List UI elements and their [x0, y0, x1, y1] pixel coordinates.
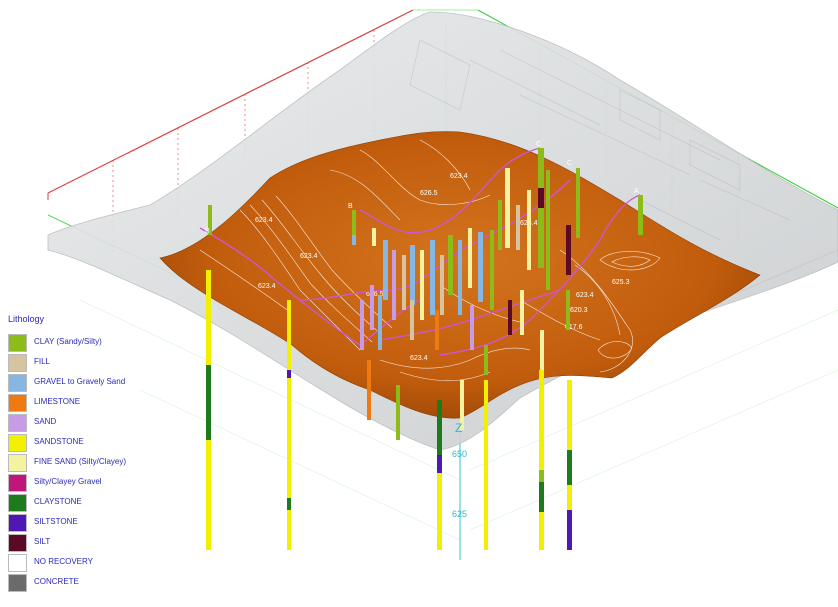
legend-label: LIMESTONE	[34, 397, 81, 406]
legend-label: NO RECOVERY	[34, 557, 93, 566]
svg-text:C: C	[536, 141, 541, 148]
legend-item-clayey-gravel: Silty/Clayey Gravel	[6, 474, 196, 494]
borehole[interactable]	[206, 270, 211, 550]
svg-text:A: A	[634, 188, 639, 195]
legend-item-gravel: GRAVEL to Gravely Sand	[6, 374, 196, 394]
legend-label: SILT	[34, 537, 51, 546]
legend-swatch	[8, 554, 27, 572]
borehole[interactable]	[287, 300, 291, 550]
legend-swatch	[8, 454, 27, 472]
svg-text:623.4: 623.4	[410, 355, 428, 362]
svg-text:620.3: 620.3	[570, 307, 588, 314]
borehole[interactable]	[437, 400, 442, 550]
legend-label: SILTSTONE	[34, 517, 78, 526]
legend-item-claystone: CLAYSTONE	[6, 494, 196, 514]
legend-item-sandstone: SANDSTONE	[6, 434, 196, 454]
borehole[interactable]	[567, 380, 572, 550]
legend-item-fine-sand: FINE SAND (Silty/Clayey)	[6, 454, 196, 474]
svg-text:623.4: 623.4	[450, 173, 468, 180]
legend-item-siltstone: SILTSTONE	[6, 514, 196, 534]
legend-item-clay: CLAY (Sandy/Silty)	[6, 334, 196, 354]
legend-label: Silty/Clayey Gravel	[34, 477, 102, 486]
legend-label: SAND	[34, 417, 57, 426]
legend-swatch	[8, 474, 27, 492]
svg-text:623.4: 623.4	[300, 253, 318, 260]
borehole[interactable]	[484, 380, 488, 550]
legend-swatch	[8, 494, 27, 512]
svg-text:626.5: 626.5	[420, 190, 438, 197]
legend-item-no-recovery: NO RECOVERY	[6, 554, 196, 574]
legend-label: CLAYSTONE	[34, 497, 82, 506]
svg-text:623.4: 623.4	[255, 217, 273, 224]
legend-swatch	[8, 394, 27, 412]
legend-label: FINE SAND (Silty/Clayey)	[34, 457, 127, 466]
svg-text:625.3: 625.3	[612, 279, 630, 286]
legend-item-silt: SILT	[6, 534, 196, 554]
z-axis-tick-650: 650	[452, 449, 467, 459]
legend-swatch	[8, 354, 27, 372]
svg-text:C: C	[567, 160, 572, 167]
legend-item-concrete: CONCRETE	[6, 574, 196, 594]
z-axis-tick-625: 625	[452, 509, 467, 519]
legend-item-sand: SAND	[6, 414, 196, 434]
legend-item-fill: FILL	[6, 354, 196, 374]
legend-label: SANDSTONE	[34, 437, 84, 446]
legend-swatch	[8, 434, 27, 452]
legend-title: Lithology	[8, 314, 45, 324]
legend-swatch	[8, 374, 27, 392]
svg-text:B: B	[348, 203, 353, 210]
legend-item-limestone: LIMESTONE	[6, 394, 196, 414]
legend-swatch	[8, 574, 27, 592]
legend-label: CLAY (Sandy/Silty)	[34, 337, 102, 346]
legend-label: CONCRETE	[34, 577, 79, 586]
svg-text:623.4: 623.4	[576, 292, 594, 299]
lithology-legend: Lithology CLAY (Sandy/Silty) FILL GRAVEL…	[6, 314, 196, 594]
legend-swatch	[8, 414, 27, 432]
svg-text:B: B	[205, 228, 210, 235]
borehole[interactable]	[539, 370, 544, 550]
svg-text:623.4: 623.4	[258, 283, 276, 290]
legend-swatch	[8, 334, 27, 352]
legend-swatch	[8, 514, 27, 532]
legend-swatch	[8, 534, 27, 552]
legend-label: GRAVEL to Gravely Sand	[34, 377, 126, 386]
legend-label: FILL	[34, 357, 51, 366]
z-axis-label: Z	[455, 421, 462, 435]
